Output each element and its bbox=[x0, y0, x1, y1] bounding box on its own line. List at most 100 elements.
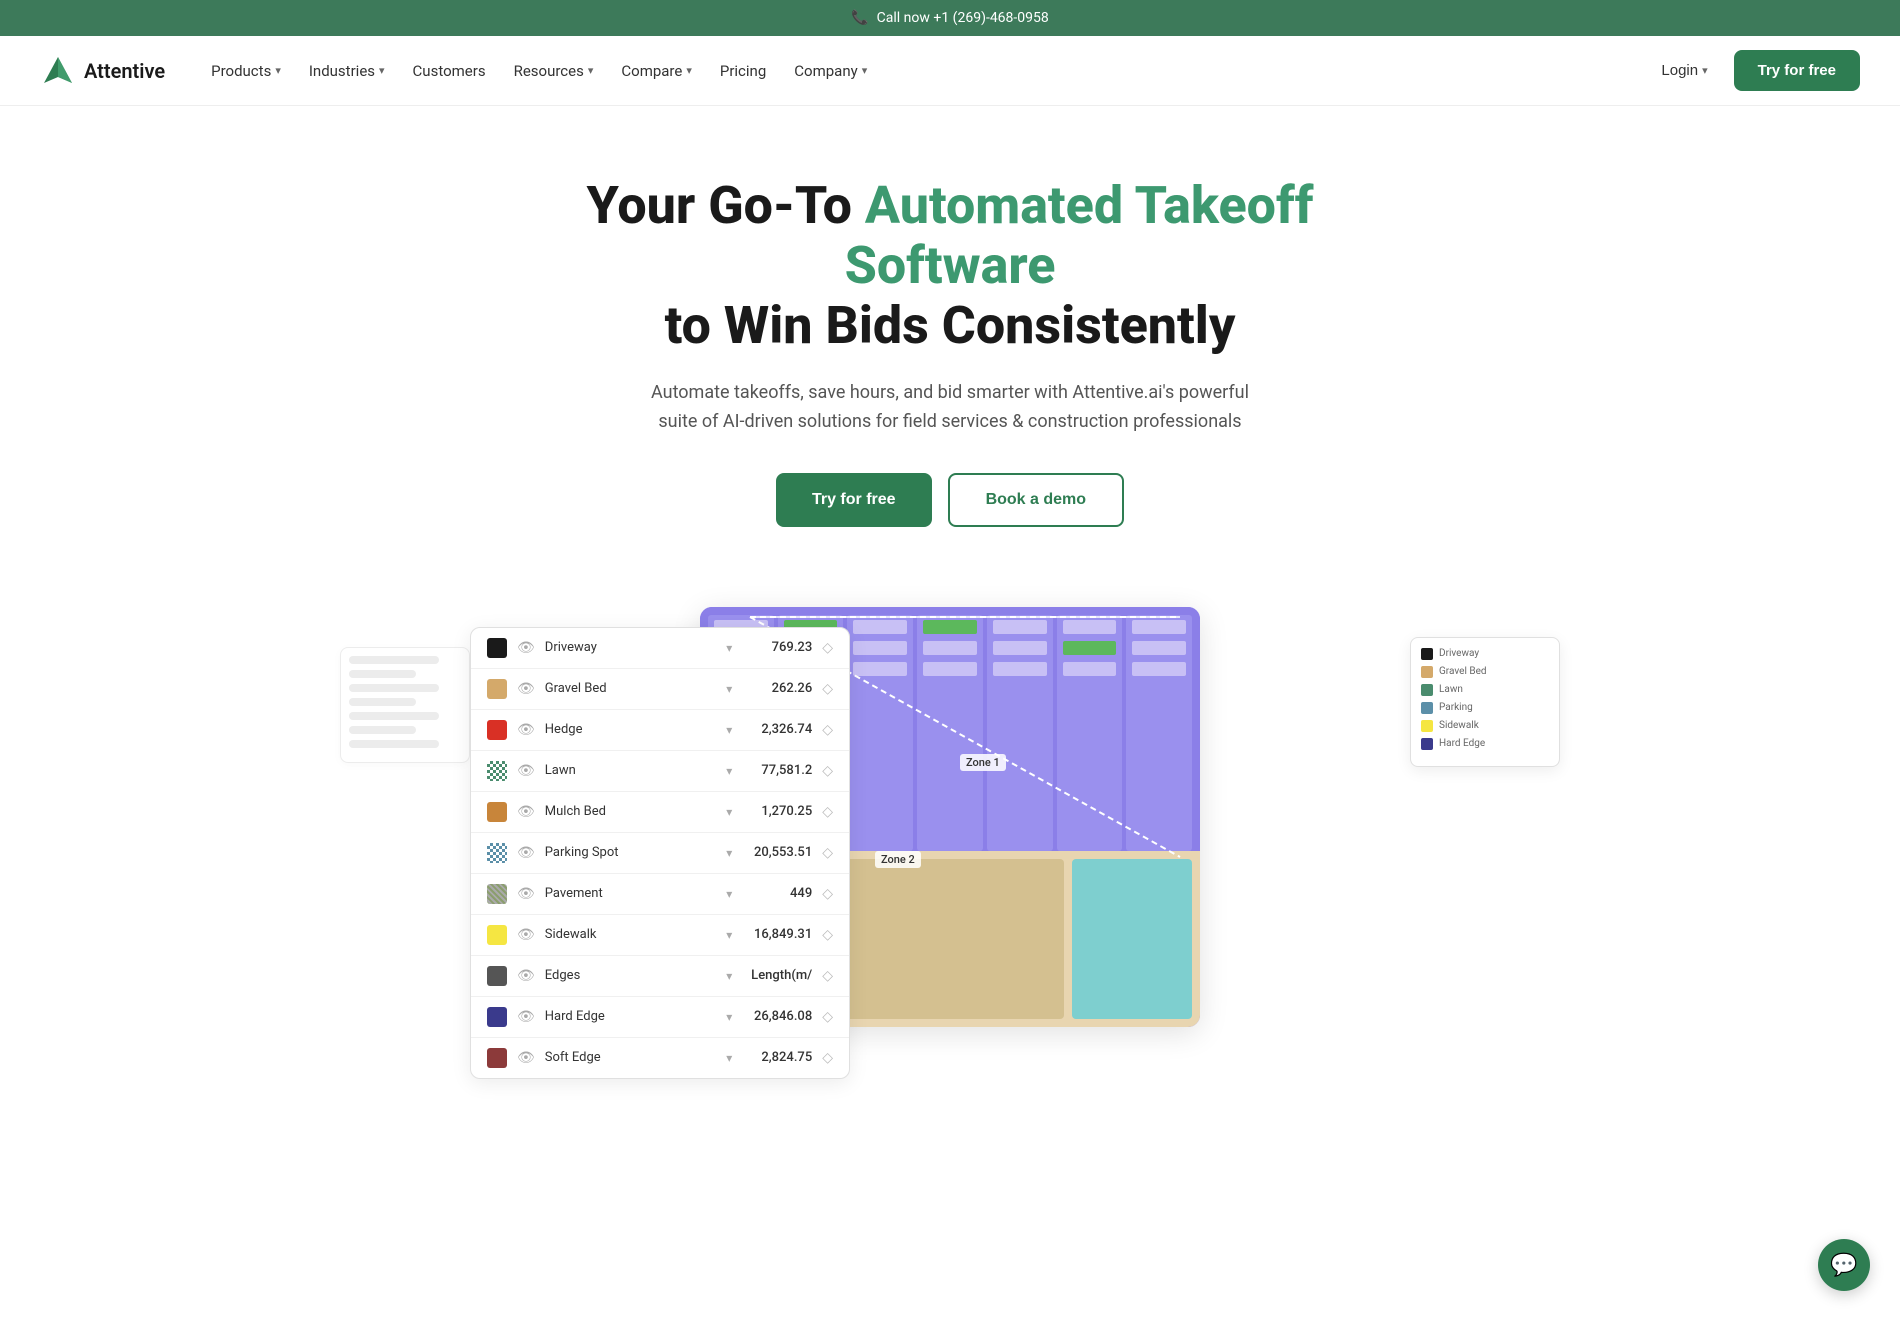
mini-swatch bbox=[1421, 666, 1433, 678]
topbar-text: Call now +1 (269)-468-0958 bbox=[877, 10, 1049, 26]
mini-swatch bbox=[1421, 702, 1433, 714]
table-row: 👁 Driveway ▾ 769.23 ◇ bbox=[471, 628, 849, 669]
table-row: 👁 Hedge ▾ 2,326.74 ◇ bbox=[471, 710, 849, 751]
list-item: Gravel Bed bbox=[1421, 666, 1549, 678]
nav-company[interactable]: Company ▾ bbox=[782, 54, 879, 88]
row-arrow-icon: ▾ bbox=[726, 887, 732, 901]
mini-label: Lawn bbox=[1439, 684, 1463, 695]
table-row: 👁 Lawn ▾ 77,581.2 ◇ bbox=[471, 751, 849, 792]
list-item: Hard Edge bbox=[1421, 738, 1549, 750]
nav-pricing[interactable]: Pricing bbox=[708, 54, 778, 88]
row-value: 16,849.31 bbox=[742, 927, 812, 942]
nav-customers[interactable]: Customers bbox=[401, 54, 498, 88]
row-arrow-icon: ▾ bbox=[726, 1010, 732, 1024]
row-value: 2,326.74 bbox=[742, 722, 812, 737]
eye-icon[interactable]: 👁 bbox=[517, 640, 535, 656]
eye-icon[interactable]: 👁 bbox=[517, 763, 535, 779]
row-arrow-icon: ▾ bbox=[726, 846, 732, 860]
row-value: Length(m/ bbox=[742, 968, 812, 983]
list-item: Parking bbox=[1421, 702, 1549, 714]
row-name: Pavement bbox=[545, 886, 716, 901]
dashboard-preview: 👁 Driveway ▾ 769.23 ◇ 👁 Gravel Bed ▾ 262… bbox=[0, 577, 1900, 1027]
chat-button[interactable]: 💬 bbox=[1818, 1239, 1870, 1291]
row-settings-icon[interactable]: ◇ bbox=[822, 640, 833, 656]
mini-label: Sidewalk bbox=[1439, 720, 1479, 731]
row-settings-icon[interactable]: ◇ bbox=[822, 886, 833, 902]
row-name: Edges bbox=[545, 968, 716, 983]
chevron-down-icon: ▾ bbox=[379, 64, 385, 77]
row-settings-icon[interactable]: ◇ bbox=[822, 804, 833, 820]
row-value: 20,553.51 bbox=[742, 845, 812, 860]
login-button[interactable]: Login ▾ bbox=[1645, 54, 1723, 87]
row-settings-icon[interactable]: ◇ bbox=[822, 927, 833, 943]
chevron-down-icon: ▾ bbox=[862, 64, 868, 77]
row-value: 449 bbox=[742, 886, 812, 901]
row-value: 1,270.25 bbox=[742, 804, 812, 819]
hero-section: Your Go-To Automated Takeoff Software to… bbox=[500, 106, 1400, 577]
nav-resources[interactable]: Resources ▾ bbox=[502, 54, 606, 88]
ghost-panel-left bbox=[340, 647, 470, 763]
row-value: 262.26 bbox=[742, 681, 812, 696]
row-settings-icon[interactable]: ◇ bbox=[822, 763, 833, 779]
nav-compare[interactable]: Compare ▾ bbox=[609, 54, 703, 88]
eye-icon[interactable]: 👁 bbox=[517, 681, 535, 697]
takeoff-panel: 👁 Driveway ▾ 769.23 ◇ 👁 Gravel Bed ▾ 262… bbox=[470, 627, 850, 1079]
row-settings-icon[interactable]: ◇ bbox=[822, 968, 833, 984]
list-item: Sidewalk bbox=[1421, 720, 1549, 732]
row-settings-icon[interactable]: ◇ bbox=[822, 1050, 833, 1066]
chevron-down-icon: ▾ bbox=[275, 64, 281, 77]
preview-container: 👁 Driveway ▾ 769.23 ◇ 👁 Gravel Bed ▾ 262… bbox=[500, 607, 1400, 1027]
color-swatch bbox=[487, 802, 507, 822]
table-row: 👁 Pavement ▾ 449 ◇ bbox=[471, 874, 849, 915]
zone1-label: Zone 1 bbox=[960, 754, 1006, 771]
color-swatch bbox=[487, 638, 507, 658]
try-free-hero-button[interactable]: Try for free bbox=[776, 473, 932, 527]
chat-icon: 💬 bbox=[1830, 1253, 1857, 1278]
row-settings-icon[interactable]: ◇ bbox=[822, 845, 833, 861]
hero-title: Your Go-To Automated Takeoff Software to… bbox=[520, 176, 1380, 355]
try-free-header-button[interactable]: Try for free bbox=[1734, 50, 1860, 91]
nav-industries[interactable]: Industries ▾ bbox=[297, 54, 397, 88]
logo-icon bbox=[40, 53, 76, 89]
mini-label: Hard Edge bbox=[1439, 738, 1485, 749]
row-settings-icon[interactable]: ◇ bbox=[822, 1009, 833, 1025]
mini-label: Parking bbox=[1439, 702, 1473, 713]
hero-buttons: Try for free Book a demo bbox=[520, 473, 1380, 527]
row-arrow-icon: ▾ bbox=[726, 969, 732, 983]
logo[interactable]: Attentive bbox=[40, 53, 165, 89]
color-swatch bbox=[487, 720, 507, 740]
eye-icon[interactable]: 👁 bbox=[517, 927, 535, 943]
eye-icon[interactable]: 👁 bbox=[517, 845, 535, 861]
row-name: Hard Edge bbox=[545, 1009, 716, 1024]
mini-label: Driveway bbox=[1439, 648, 1479, 659]
row-value: 77,581.2 bbox=[742, 763, 812, 778]
header: Attentive Products ▾ Industries ▾ Custom… bbox=[0, 36, 1900, 106]
eye-icon[interactable]: 👁 bbox=[517, 886, 535, 902]
row-name: Driveway bbox=[545, 640, 716, 655]
mini-label: Gravel Bed bbox=[1439, 666, 1487, 677]
row-settings-icon[interactable]: ◇ bbox=[822, 722, 833, 738]
nav-products[interactable]: Products ▾ bbox=[199, 54, 293, 88]
eye-icon[interactable]: 👁 bbox=[517, 1009, 535, 1025]
eye-icon[interactable]: 👁 bbox=[517, 722, 535, 738]
color-swatch bbox=[487, 884, 507, 904]
table-row: 👁 Mulch Bed ▾ 1,270.25 ◇ bbox=[471, 792, 849, 833]
book-demo-button[interactable]: Book a demo bbox=[948, 473, 1124, 527]
row-name: Lawn bbox=[545, 763, 716, 778]
row-arrow-icon: ▾ bbox=[726, 1051, 732, 1065]
eye-icon[interactable]: 👁 bbox=[517, 804, 535, 820]
table-row: 👁 Gravel Bed ▾ 262.26 ◇ bbox=[471, 669, 849, 710]
row-settings-icon[interactable]: ◇ bbox=[822, 681, 833, 697]
table-row: 👁 Edges ▾ Length(m/ ◇ bbox=[471, 956, 849, 997]
right-mini-panel: Driveway Gravel Bed Lawn Parking Sidewal… bbox=[1410, 637, 1560, 767]
zone2-label: Zone 2 bbox=[875, 851, 921, 868]
eye-icon[interactable]: 👁 bbox=[517, 1050, 535, 1066]
mini-swatch bbox=[1421, 684, 1433, 696]
row-name: Gravel Bed bbox=[545, 681, 716, 696]
row-arrow-icon: ▾ bbox=[726, 764, 732, 778]
color-swatch bbox=[487, 1048, 507, 1068]
color-swatch bbox=[487, 1007, 507, 1027]
top-bar: 📞 Call now +1 (269)-468-0958 bbox=[0, 0, 1900, 36]
eye-icon[interactable]: 👁 bbox=[517, 968, 535, 984]
logo-text: Attentive bbox=[84, 59, 165, 83]
